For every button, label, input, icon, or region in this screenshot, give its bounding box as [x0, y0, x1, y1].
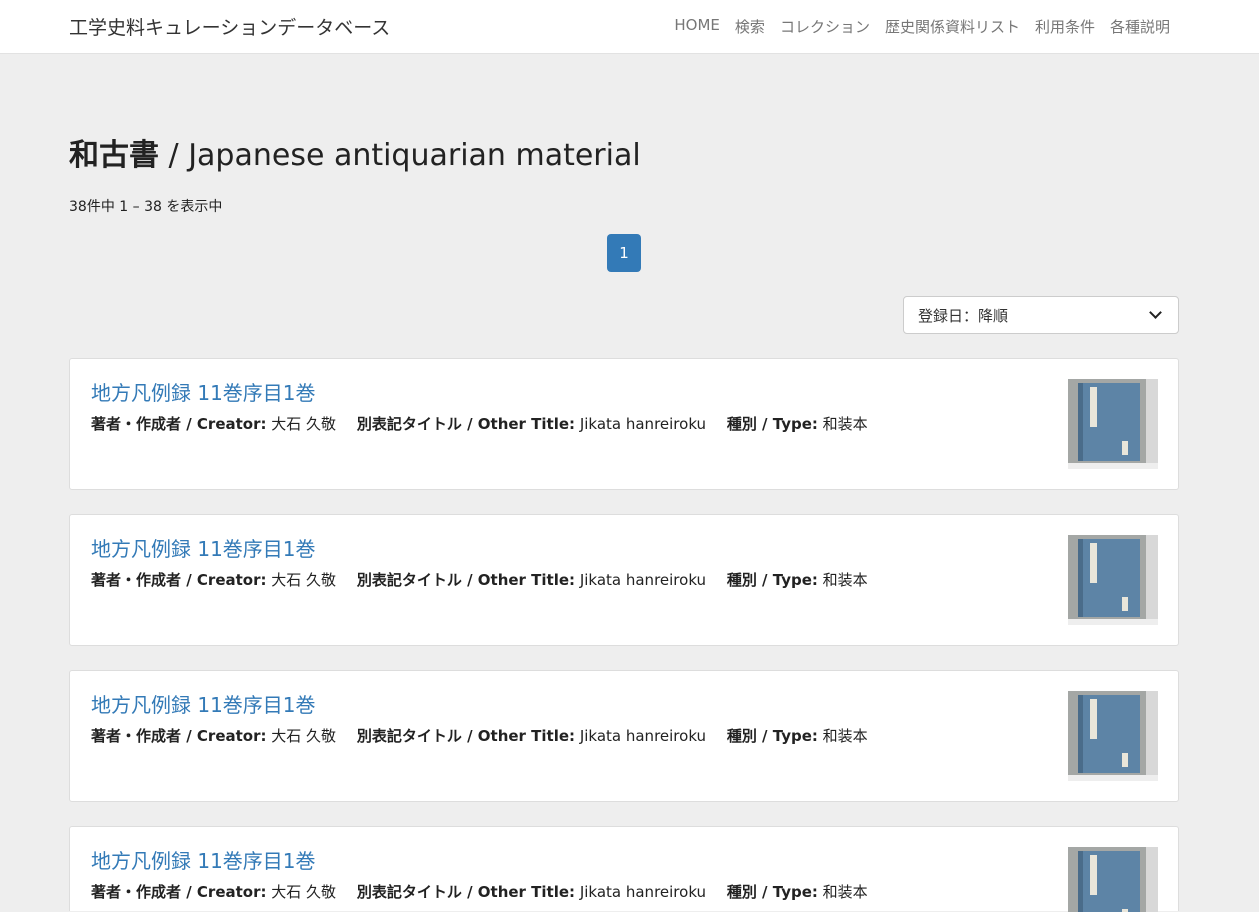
- sort-select-value: 登録日：降順: [918, 306, 1009, 325]
- other-title-label: 別表記タイトル / Other Title:: [356, 883, 576, 901]
- result-card: 地方凡例録 11巻序目1巻 著者・作成者 / Creator: 大石 久敬 別表…: [69, 826, 1179, 912]
- site-brand[interactable]: 工学史料キュレーションデータベース: [69, 13, 390, 40]
- result-card: 地方凡例録 11巻序目1巻 著者・作成者 / Creator: 大石 久敬 別表…: [69, 670, 1179, 802]
- result-title-link[interactable]: 地方凡例録 11巻序目1巻: [91, 845, 316, 874]
- other-title-value: Jikata hanreiroku: [579, 727, 707, 745]
- creator-value: 大石 久敬: [271, 727, 337, 745]
- result-meta: 著者・作成者 / Creator: 大石 久敬 別表記タイトル / Other …: [91, 881, 868, 902]
- page-title-en: Japanese antiquarian material: [188, 138, 641, 173]
- nav-search[interactable]: 検索: [735, 16, 765, 37]
- book-thumbnail[interactable]: [1068, 535, 1158, 625]
- other-title-label: 別表記タイトル / Other Title:: [356, 727, 576, 745]
- result-meta: 著者・作成者 / Creator: 大石 久敬 別表記タイトル / Other …: [91, 569, 868, 590]
- creator-value: 大石 久敬: [271, 571, 337, 589]
- creator-label: 著者・作成者 / Creator:: [91, 883, 267, 901]
- type-label: 種別 / Type:: [726, 415, 818, 433]
- page-title: 和古書 / Japanese antiquarian material: [69, 130, 641, 174]
- result-meta: 著者・作成者 / Creator: 大石 久敬 別表記タイトル / Other …: [91, 725, 868, 746]
- result-title-link[interactable]: 地方凡例録 11巻序目1巻: [91, 533, 316, 562]
- other-title-value: Jikata hanreiroku: [579, 883, 707, 901]
- other-title-label: 別表記タイトル / Other Title:: [356, 415, 576, 433]
- top-navbar: 工学史料キュレーションデータベース HOME 検索 コレクション 歴史関係資料リ…: [0, 0, 1259, 54]
- type-value: 和装本: [822, 883, 868, 901]
- chevron-down-icon: [1149, 306, 1162, 319]
- creator-label: 著者・作成者 / Creator:: [91, 415, 267, 433]
- book-thumbnail[interactable]: [1068, 691, 1158, 781]
- main-nav: HOME 検索 コレクション 歴史関係資料リスト 利用条件 各種説明: [674, 16, 1170, 37]
- nav-home[interactable]: HOME: [674, 16, 720, 37]
- nav-terms[interactable]: 利用条件: [1035, 16, 1095, 37]
- result-card: 地方凡例録 11巻序目1巻 著者・作成者 / Creator: 大石 久敬 別表…: [69, 358, 1179, 490]
- type-value: 和装本: [822, 727, 868, 745]
- type-label: 種別 / Type:: [726, 883, 818, 901]
- creator-label: 著者・作成者 / Creator:: [91, 571, 267, 589]
- result-title-link[interactable]: 地方凡例録 11巻序目1巻: [91, 377, 316, 406]
- type-label: 種別 / Type:: [726, 571, 818, 589]
- page-title-ja: 和古書: [69, 138, 159, 173]
- book-thumbnail[interactable]: [1068, 379, 1158, 469]
- book-thumbnail[interactable]: [1068, 847, 1158, 912]
- type-value: 和装本: [822, 571, 868, 589]
- creator-label: 著者・作成者 / Creator:: [91, 727, 267, 745]
- sort-select[interactable]: 登録日：降順: [903, 296, 1179, 334]
- result-title-link[interactable]: 地方凡例録 11巻序目1巻: [91, 689, 316, 718]
- creator-value: 大石 久敬: [271, 415, 337, 433]
- result-meta: 著者・作成者 / Creator: 大石 久敬 別表記タイトル / Other …: [91, 413, 868, 434]
- nav-help[interactable]: 各種説明: [1110, 16, 1170, 37]
- nav-history-list[interactable]: 歴史関係資料リスト: [885, 16, 1020, 37]
- page-title-separator: /: [159, 138, 189, 173]
- nav-collection[interactable]: コレクション: [780, 16, 870, 37]
- result-count: 38件中 1 – 38 を表示中: [69, 199, 223, 215]
- pagination-page-1[interactable]: 1: [607, 234, 641, 272]
- type-value: 和装本: [822, 415, 868, 433]
- result-card: 地方凡例録 11巻序目1巻 著者・作成者 / Creator: 大石 久敬 別表…: [69, 514, 1179, 646]
- other-title-value: Jikata hanreiroku: [579, 415, 707, 433]
- creator-value: 大石 久敬: [271, 883, 337, 901]
- other-title-label: 別表記タイトル / Other Title:: [356, 571, 576, 589]
- other-title-value: Jikata hanreiroku: [579, 571, 707, 589]
- type-label: 種別 / Type:: [726, 727, 818, 745]
